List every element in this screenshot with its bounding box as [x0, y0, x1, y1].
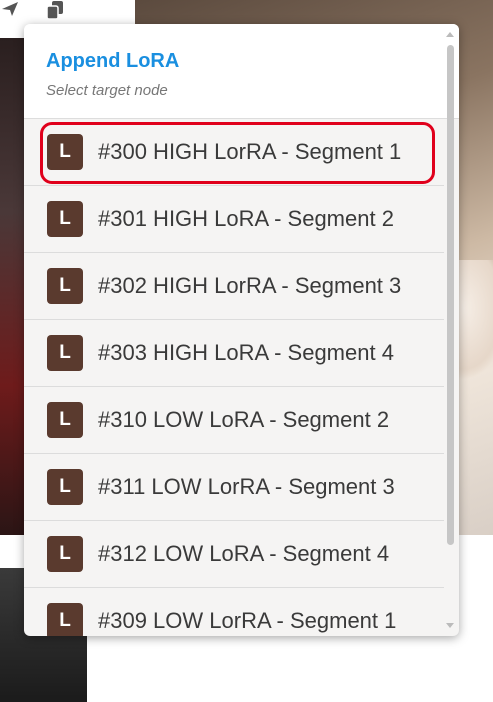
scroll-down-icon[interactable] [446, 623, 454, 628]
node-item-310[interactable]: L #310 LOW LoRA - Segment 2 [24, 387, 444, 454]
lora-badge-icon: L [47, 402, 83, 438]
dropdown-scrollbar[interactable] [445, 32, 457, 630]
lora-badge-icon: L [47, 603, 83, 636]
copy-icon[interactable] [44, 0, 66, 20]
lora-badge-icon: L [47, 536, 83, 572]
append-lora-dropdown: Append LoRA Select target node L #300 HI… [24, 24, 459, 636]
node-item-302[interactable]: L #302 HIGH LorRA - Segment 3 [24, 253, 444, 320]
node-label: #310 LOW LoRA - Segment 2 [98, 407, 390, 432]
node-label: #302 HIGH LorRA - Segment 3 [98, 273, 402, 298]
dropdown-header: Append LoRA Select target node [24, 24, 459, 119]
lora-badge-icon: L [47, 469, 83, 505]
dropdown-title: Append LoRA [46, 50, 180, 72]
toolbar [0, 0, 87, 24]
node-label: #311 LOW LorRA - Segment 3 [98, 474, 395, 499]
lora-badge-icon: L [47, 134, 83, 170]
scroll-up-icon[interactable] [446, 32, 454, 37]
node-label: #301 HIGH LoRA - Segment 2 [98, 206, 394, 231]
node-item-300[interactable]: L #300 HIGH LorRA - Segment 1 [24, 119, 444, 186]
send-icon[interactable] [0, 0, 22, 20]
lora-badge-icon: L [47, 201, 83, 237]
node-item-303[interactable]: L #303 HIGH LoRA - Segment 4 [24, 320, 444, 387]
node-label: #300 HIGH LorRA - Segment 1 [98, 139, 402, 164]
node-item-311[interactable]: L #311 LOW LorRA - Segment 3 [24, 454, 444, 521]
node-list: L #300 HIGH LorRA - Segment 1 L #301 HIG… [24, 119, 444, 636]
node-label: #303 HIGH LoRA - Segment 4 [98, 340, 394, 365]
node-label: #312 LOW LoRA - Segment 4 [98, 541, 390, 566]
node-item-301[interactable]: L #301 HIGH LoRA - Segment 2 [24, 186, 444, 253]
lora-badge-icon: L [47, 335, 83, 371]
scroll-thumb[interactable] [447, 45, 454, 545]
node-label: #309 LOW LorRA - Segment 1 [98, 608, 397, 633]
node-item-309[interactable]: L #309 LOW LorRA - Segment 1 [24, 588, 444, 636]
dropdown-subtitle: Select target node [46, 82, 168, 99]
node-item-312[interactable]: L #312 LOW LoRA - Segment 4 [24, 521, 444, 588]
lora-badge-icon: L [47, 268, 83, 304]
